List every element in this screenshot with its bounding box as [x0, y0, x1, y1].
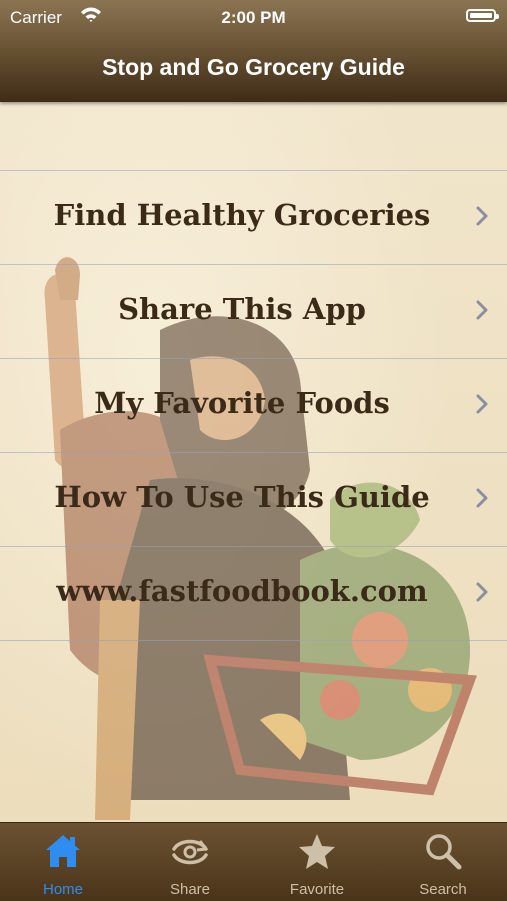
chevron-right-icon: [476, 582, 488, 602]
menu-item-share-this-app[interactable]: Share This App: [0, 265, 507, 359]
tab-home[interactable]: Home: [8, 823, 118, 901]
menu-item-website-link[interactable]: www.fastfoodbook.com: [0, 547, 507, 641]
page-title: Stop and Go Grocery Guide: [102, 54, 405, 80]
battery-icon: [466, 9, 499, 22]
menu-item-label: My Favorite Foods: [94, 386, 390, 420]
star-icon: [299, 834, 335, 869]
menu-item-find-healthy-groceries[interactable]: Find Healthy Groceries: [0, 171, 507, 265]
tab-label: Favorite: [289, 881, 345, 898]
home-icon: [46, 835, 80, 867]
tab-label: Home: [42, 881, 83, 898]
chevron-right-icon: [476, 488, 488, 508]
chevron-right-icon: [476, 300, 488, 320]
tab-bar: Home Share Favorite Search: [0, 822, 507, 901]
menu-item-label: Find Healthy Groceries: [53, 198, 431, 232]
tab-favorite[interactable]: Favorite: [262, 823, 372, 901]
menu-item-how-to-use-this-guide[interactable]: How To Use This Guide: [0, 453, 507, 547]
tab-search[interactable]: Search: [388, 823, 498, 901]
tab-share[interactable]: Share: [135, 823, 245, 901]
menu-item-label: Share This App: [118, 292, 366, 326]
menu-item-label: www.fastfoodbook.com: [56, 574, 428, 608]
search-icon: [426, 834, 462, 870]
main-menu: Find Healthy Groceries Share This App My…: [0, 170, 507, 641]
chevron-right-icon: [476, 394, 488, 414]
tab-label: Share: [169, 881, 211, 898]
clock-label: 2:00 PM: [221, 8, 286, 27]
chevron-right-icon: [476, 206, 488, 226]
menu-item-my-favorite-foods[interactable]: My Favorite Foods: [0, 359, 507, 453]
menu-item-label: How To Use This Guide: [54, 480, 430, 514]
tab-label: Search: [419, 881, 467, 898]
status-bar: Carrier 2:00 PM: [0, 0, 507, 36]
share-icon: [172, 839, 208, 865]
